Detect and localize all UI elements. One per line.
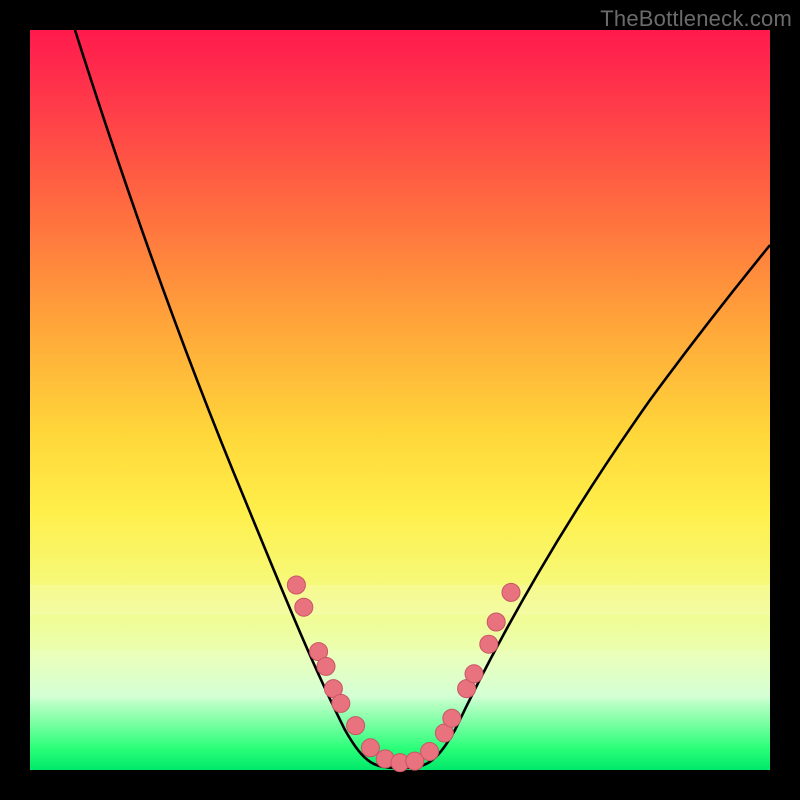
- marker-dot: [443, 709, 461, 727]
- v-curve: [75, 30, 770, 768]
- watermark-text: TheBottleneck.com: [600, 6, 792, 32]
- chart-frame: TheBottleneck.com: [0, 0, 800, 800]
- marker-dot: [347, 717, 365, 735]
- marker-dot: [487, 613, 505, 631]
- marker-dot: [317, 657, 335, 675]
- marker-dot: [480, 635, 498, 653]
- marker-dot: [332, 694, 350, 712]
- marker-dot: [295, 598, 313, 616]
- marker-dot: [361, 739, 379, 757]
- chart-svg: [30, 30, 770, 770]
- chart-plot-area: [30, 30, 770, 770]
- marker-group: [287, 576, 520, 772]
- marker-dot: [502, 583, 520, 601]
- marker-dot: [421, 743, 439, 761]
- marker-dot: [465, 665, 483, 683]
- marker-dot: [287, 576, 305, 594]
